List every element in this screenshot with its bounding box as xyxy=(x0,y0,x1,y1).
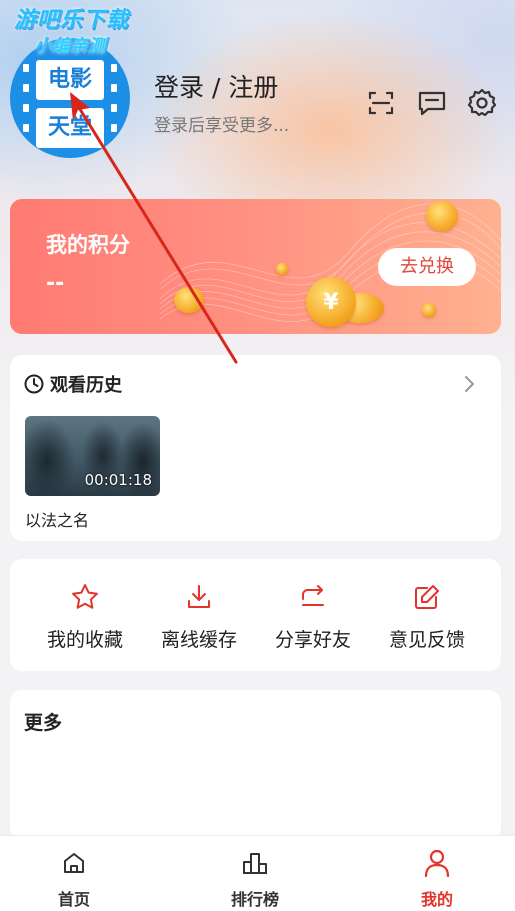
download-icon xyxy=(139,579,259,615)
coin-decoration xyxy=(422,303,436,317)
more-card: 更多 xyxy=(10,690,501,840)
share-friends-button[interactable]: 分享好友 xyxy=(253,579,373,652)
settings-icon[interactable] xyxy=(465,86,499,120)
message-icon[interactable] xyxy=(415,86,449,120)
favorites-label: 我的收藏 xyxy=(46,629,123,651)
history-item-thumbnail[interactable]: 00:01:18 xyxy=(25,416,160,496)
coin-decoration xyxy=(174,287,204,313)
points-value: -- xyxy=(46,271,65,296)
redeem-button[interactable]: 去兑换 xyxy=(378,248,476,286)
tab-mine-label: 我的 xyxy=(420,890,453,909)
watermark-line2: 小编亲测 xyxy=(34,36,106,57)
scan-icon[interactable] xyxy=(364,86,398,120)
offline-cache-button[interactable]: 离线缓存 xyxy=(139,579,259,652)
coin-decoration xyxy=(276,263,288,275)
coin-decoration xyxy=(426,201,458,231)
edit-icon xyxy=(367,579,487,615)
watermark: 游吧乐下载 小编亲测 xyxy=(14,8,129,60)
home-icon xyxy=(14,848,134,878)
tab-home[interactable]: 首页 xyxy=(14,848,134,910)
history-item-progress-time: 00:01:18 xyxy=(84,471,152,489)
bottom-tab-bar: 首页 排行榜 我的 xyxy=(0,835,515,911)
favorites-button[interactable]: 我的收藏 xyxy=(25,579,145,652)
login-register-link[interactable]: 登录 / 注册 xyxy=(154,68,278,104)
tab-ranking[interactable]: 排行榜 xyxy=(195,848,315,910)
avatar-logo-text-top: 电影 xyxy=(36,60,104,100)
feedback-label: 意见反馈 xyxy=(388,629,465,651)
tab-home-label: 首页 xyxy=(57,890,90,909)
clock-icon xyxy=(23,373,45,395)
watch-history-title: 观看历史 xyxy=(50,375,122,396)
tab-ranking-label: 排行榜 xyxy=(230,890,279,909)
feedback-button[interactable]: 意见反馈 xyxy=(367,579,487,652)
watermark-line1: 游吧乐下载 xyxy=(14,8,130,33)
points-label: 我的积分 xyxy=(46,233,130,257)
yuan-coin-icon: ¥ xyxy=(306,277,356,327)
watch-history-card: 观看历史 00:01:18 以法之名 xyxy=(10,355,501,541)
points-card[interactable]: 我的积分 -- ¥ 去兑换 xyxy=(10,199,501,334)
quick-actions-card: 我的收藏 离线缓存 分享好友 意见反馈 xyxy=(10,559,501,671)
user-icon xyxy=(377,848,497,878)
offline-cache-label: 离线缓存 xyxy=(160,629,237,651)
more-title: 更多 xyxy=(24,712,63,734)
avatar-logo-text-bottom: 天堂 xyxy=(36,108,104,148)
share-icon xyxy=(253,579,373,615)
login-subtitle: 登录后享受更多... xyxy=(154,116,290,136)
share-friends-label: 分享好友 xyxy=(274,629,351,651)
history-item-title[interactable]: 以法之名 xyxy=(25,507,89,531)
ranking-icon xyxy=(195,848,315,878)
tab-mine[interactable]: 我的 xyxy=(377,848,497,910)
star-icon xyxy=(25,579,145,615)
chevron-right-icon[interactable] xyxy=(460,373,478,395)
